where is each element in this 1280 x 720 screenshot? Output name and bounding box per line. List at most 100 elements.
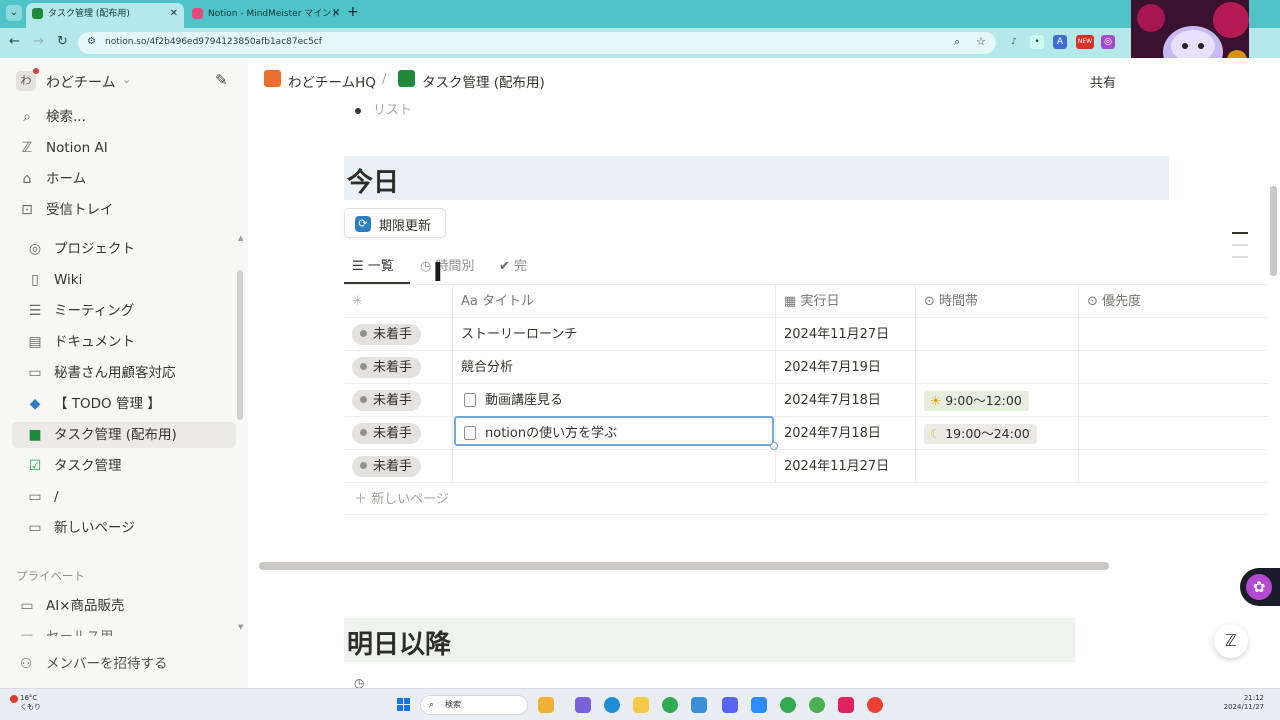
- sidebar-page-document[interactable]: ▤ ドキュメント: [12, 329, 236, 355]
- status-badge[interactable]: 未着手: [352, 423, 422, 444]
- time-cell[interactable]: ☀ 9:00～12:00: [916, 384, 1078, 417]
- url-field[interactable]: ⚙ notion.so/4f2b496ed9794123850afb1ac87e…: [78, 32, 996, 54]
- table-row[interactable]: 未着手 2024年11月27日: [344, 450, 1268, 483]
- scroll-down-icon[interactable]: ▼: [238, 623, 243, 631]
- status-badge[interactable]: 未着手: [352, 357, 422, 378]
- column-header-priority[interactable]: ⊙ 優先度: [1087, 285, 1141, 318]
- windows-start-icon[interactable]: [397, 698, 411, 712]
- task-title-cell[interactable]: 動画講座見る: [464, 384, 563, 417]
- search-placeholder: 検索: [445, 700, 461, 709]
- extension-icon[interactable]: •: [1030, 35, 1044, 49]
- task-title[interactable]: 競合分析: [461, 351, 513, 384]
- sidebar-item-search[interactable]: ⌕ 検索...: [12, 104, 236, 130]
- sidebar-page-new[interactable]: ▭ 新しいページ: [12, 515, 236, 541]
- column-header-date[interactable]: ▦ 実行日: [784, 285, 839, 318]
- extension-floating-badge[interactable]: ✿: [1240, 568, 1280, 606]
- browser-tab-active[interactable]: タスク管理 (配布用) ✕: [26, 3, 184, 28]
- chrome-profile-icon[interactable]: [809, 697, 825, 713]
- sidebar-page-todo[interactable]: ◆ 【 TODO 管理 】: [12, 391, 236, 417]
- table-row[interactable]: 未着手 ストーリーローンチ 2024年11月27日: [344, 318, 1268, 351]
- time-cell[interactable]: ☾ 19:00～24:00: [916, 417, 1078, 450]
- sidebar-page-task-dist[interactable]: ■ タスク管理 (配布用): [12, 422, 236, 448]
- horizontal-scrollbar[interactable]: [259, 562, 1109, 570]
- new-extension-icon[interactable]: NEW: [1076, 35, 1094, 49]
- tab-done-view[interactable]: ✔ 完: [499, 255, 527, 274]
- table-of-contents-indicator[interactable]: [1232, 232, 1248, 268]
- close-icon[interactable]: ✕: [332, 3, 340, 25]
- status-badge[interactable]: 未着手: [352, 390, 422, 411]
- chrome-icon[interactable]: [867, 697, 883, 713]
- breadcrumb-page[interactable]: タスク管理 (配布用): [422, 71, 545, 91]
- tab-time-view[interactable]: ◷ 時間別: [420, 255, 475, 274]
- task-title[interactable]: ストーリーローンチ: [461, 318, 577, 351]
- site-info-icon[interactable]: ⚙: [87, 36, 96, 47]
- sidebar-page-secretary[interactable]: ▭ 秘書さん用顧客対応: [12, 360, 236, 386]
- table-row[interactable]: 未着手 動画講座見る 2024年7月18日 ☀ 9:00～12:00: [344, 384, 1268, 417]
- tomorrow-heading-block[interactable]: 明日以降: [344, 618, 1075, 662]
- fill-handle[interactable]: [770, 442, 778, 450]
- breadcrumb-workspace[interactable]: わどチームHQ: [288, 71, 376, 91]
- sidebar-item-home[interactable]: ⌂ ホーム: [12, 166, 236, 192]
- sidebar-page-meeting[interactable]: ☰ ミーティング: [12, 298, 236, 324]
- today-heading-block[interactable]: 今日: [344, 156, 1169, 200]
- close-icon[interactable]: ✕: [170, 3, 178, 25]
- table-row[interactable]: 未着手 競合分析 2024年7月19日: [344, 351, 1268, 384]
- task-date[interactable]: 2024年7月18日: [784, 417, 881, 450]
- file-explorer-icon[interactable]: [633, 697, 649, 713]
- system-clock[interactable]: 21:12 2024/11/27: [1220, 694, 1264, 712]
- browser-tab[interactable]: Notion - MindMeister マインドマ ✕: [186, 3, 346, 41]
- scroll-up-icon[interactable]: ▲: [238, 234, 243, 242]
- sidebar-scrollbar[interactable]: [237, 270, 243, 420]
- zoom-icon[interactable]: [751, 697, 767, 713]
- edge-icon[interactable]: [604, 697, 620, 713]
- back-arrow-icon[interactable]: ←: [9, 34, 20, 49]
- bookmark-star-icon[interactable]: ☆: [976, 35, 986, 48]
- chrome-icon[interactable]: [662, 697, 678, 713]
- new-page-button[interactable]: ＋ 新しいページ: [354, 488, 449, 507]
- notion-ai-floating-button[interactable]: ℤ: [1214, 624, 1248, 658]
- task-date[interactable]: 2024年7月19日: [784, 351, 881, 384]
- taskbar-search[interactable]: ⌕ 検索: [420, 695, 528, 715]
- extension-icon[interactable]: ◎: [1101, 35, 1115, 49]
- deadline-refresh-button[interactable]: ⟳ 期限更新: [344, 208, 446, 238]
- sidebar-item-notion-ai[interactable]: ℤ Notion AI: [12, 135, 236, 161]
- task-date[interactable]: 2024年11月27日: [784, 318, 889, 351]
- column-header-title[interactable]: Aa タイトル: [461, 285, 534, 318]
- forward-arrow-icon[interactable]: →: [33, 34, 44, 49]
- status-badge[interactable]: 未着手: [352, 324, 422, 345]
- vertical-scrollbar[interactable]: [1270, 186, 1277, 276]
- translate-icon[interactable]: A: [1053, 35, 1067, 49]
- sidebar-page-ai-sales[interactable]: ▭ AI×商品販売: [12, 593, 236, 619]
- column-header-label: 実行日: [800, 294, 840, 309]
- sidebar-item-inbox[interactable]: ⊡ 受信トレイ: [12, 197, 236, 223]
- new-tab-icon[interactable]: +: [347, 4, 359, 20]
- zoom-icon[interactable]: ⌕: [954, 35, 960, 49]
- status-spinner-icon[interactable]: ✳: [352, 285, 363, 318]
- new-page-compose-icon[interactable]: ✎: [215, 71, 228, 89]
- sidebar-page-sales[interactable]: ▭ セールス用: [12, 624, 236, 636]
- weather-widget[interactable]: 16°C くもり: [10, 694, 41, 712]
- bullet-list-item[interactable]: リスト: [355, 99, 412, 118]
- sidebar-page-task[interactable]: ☑ タスク管理: [12, 453, 236, 479]
- tab-search-menu-icon[interactable]: ⌄: [6, 5, 22, 21]
- discord-icon[interactable]: [722, 697, 738, 713]
- column-header-label: 時間帯: [939, 294, 979, 309]
- chrome-profile-icon[interactable]: [780, 697, 796, 713]
- sidebar-page-project[interactable]: ◎ プロジェクト: [12, 236, 236, 262]
- notepad-icon[interactable]: [691, 697, 707, 713]
- task-date[interactable]: 2024年11月27日: [784, 450, 889, 483]
- tab-list-view[interactable]: ☰ 一覧: [352, 255, 394, 274]
- copilot-icon[interactable]: [575, 697, 591, 713]
- sidebar-page-wiki[interactable]: ▯ Wiki: [12, 267, 236, 293]
- taskbar-app-icon[interactable]: [838, 697, 854, 713]
- column-divider: [1078, 318, 1079, 351]
- task-date[interactable]: 2024年7月18日: [784, 384, 881, 417]
- sidebar-page-slash[interactable]: ▭ /: [12, 484, 236, 510]
- share-button[interactable]: 共有: [1090, 72, 1116, 91]
- column-header-time[interactable]: ⊙ 時間帯: [924, 285, 978, 318]
- reload-icon[interactable]: ↻: [57, 34, 68, 49]
- status-badge[interactable]: 未着手: [352, 456, 422, 477]
- invite-members-button[interactable]: ⚇ メンバーを招待する: [20, 652, 168, 672]
- taskbar-app-icon[interactable]: [538, 697, 554, 713]
- mic-icon[interactable]: ♪: [1007, 35, 1021, 49]
